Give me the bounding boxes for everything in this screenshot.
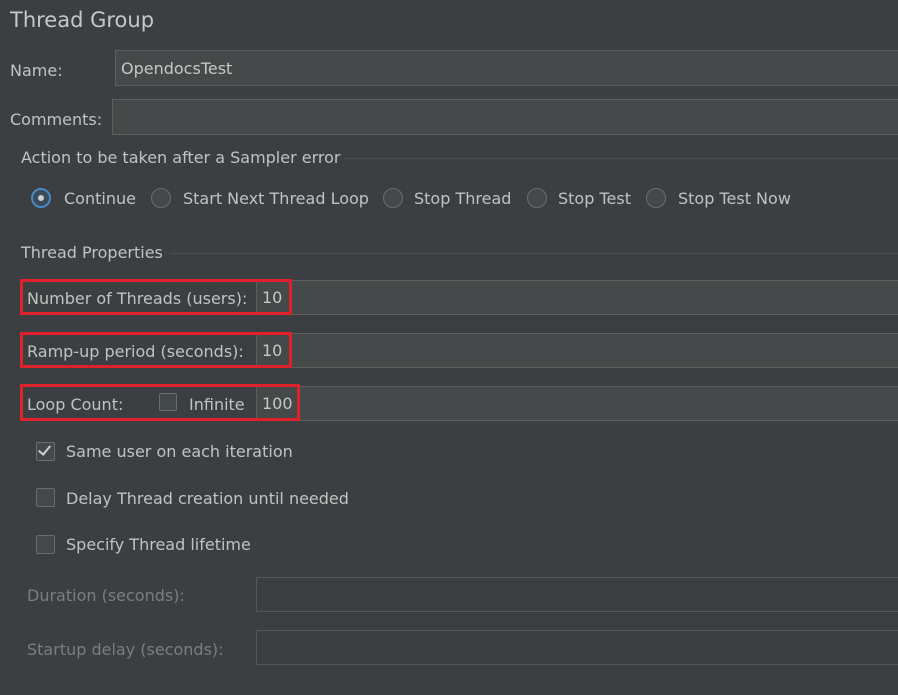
radio-stop-test-now[interactable] [646,188,666,208]
thread-properties-heading: Thread Properties [21,243,163,262]
startup-delay-field[interactable] [256,630,898,665]
radio-stop-test-now-label[interactable]: Stop Test Now [678,189,791,208]
thread-group-panel: Thread Group Name: OpendocsTest Comments… [0,0,898,695]
radio-start-next-thread-loop[interactable] [151,188,171,208]
delay-thread-checkbox[interactable] [36,488,55,507]
comments-field[interactable] [112,99,898,135]
name-label: Name: [10,61,63,80]
page-title: Thread Group [10,8,155,32]
duration-field[interactable] [256,577,898,612]
num-threads-field[interactable]: 10 [256,280,898,315]
radio-continue-label[interactable]: Continue [64,189,136,208]
comments-label: Comments: [10,110,103,129]
specify-lifetime-checkbox[interactable] [36,535,55,554]
highlight-box [20,279,292,315]
radio-continue[interactable] [31,188,51,208]
checkmark-icon [37,442,52,456]
section-divider [170,253,898,254]
sampler-error-heading: Action to be taken after a Sampler error [21,148,341,167]
delay-thread-label[interactable]: Delay Thread creation until needed [66,489,349,508]
same-user-label[interactable]: Same user on each iteration [66,442,293,461]
startup-delay-label: Startup delay (seconds): [27,640,224,659]
same-user-checkbox[interactable] [36,442,55,461]
specify-lifetime-label[interactable]: Specify Thread lifetime [66,535,251,554]
radio-stop-thread[interactable] [383,188,403,208]
loop-count-field[interactable]: 100 [256,386,898,421]
highlight-box [20,384,300,421]
radio-stop-thread-label[interactable]: Stop Thread [414,189,511,208]
checkbox-box [36,442,55,461]
radio-stop-test-label[interactable]: Stop Test [558,189,631,208]
radio-start-next-thread-loop-label[interactable]: Start Next Thread Loop [183,189,369,208]
duration-label: Duration (seconds): [27,586,185,605]
ramp-up-field[interactable]: 10 [256,333,898,368]
radio-selected-indicator [31,188,51,208]
highlight-box [20,332,292,368]
section-divider [345,158,898,159]
name-field[interactable]: OpendocsTest [115,50,898,86]
radio-stop-test[interactable] [527,188,547,208]
